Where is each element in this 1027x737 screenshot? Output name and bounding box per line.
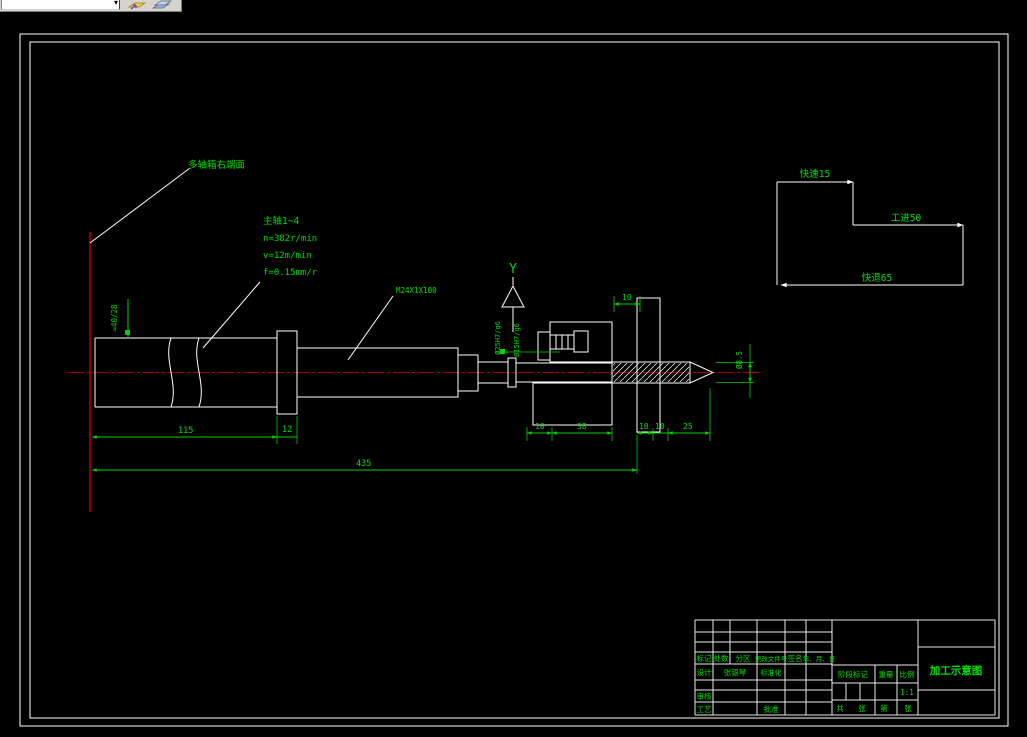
make-object-layer-current-icon[interactable] bbox=[126, 0, 147, 11]
cycle-work-feed: 工进50 bbox=[891, 213, 922, 224]
tb-stage-mark-label: 阶段标记 bbox=[838, 669, 868, 679]
cad-application: ▾ Y 多轴箱右端面 主轴1~4 n=382r/min v=12m/min f=… bbox=[0, 0, 1027, 737]
sheet-border bbox=[19, 33, 1009, 727]
tb-rev-docno: 更改文件号 bbox=[755, 654, 788, 663]
tb-drawing-title: 加工示意图 bbox=[929, 664, 983, 677]
jig-bottom-block bbox=[532, 382, 613, 426]
dim-10-a: 10 bbox=[535, 422, 545, 431]
tb-scale-label: 比例 bbox=[900, 669, 915, 679]
tb-rev-sign: 签名 bbox=[788, 653, 803, 663]
tb-approve-label: 批准 bbox=[764, 704, 779, 714]
thread-label: M24X1X100 bbox=[396, 286, 437, 295]
dim-12: 12 bbox=[282, 425, 292, 435]
cycle-rapid-return: 快退65 bbox=[862, 272, 892, 284]
tb-process-label: 工艺 bbox=[697, 705, 712, 714]
dim-left-bore: ≈40/28 bbox=[110, 304, 119, 332]
screw-head bbox=[573, 330, 589, 353]
spindle-note-4: f=0.15mm/r bbox=[263, 268, 318, 278]
leader-lines bbox=[89, 167, 394, 361]
dim-drill-dia: Ø8.5 bbox=[735, 351, 744, 369]
tb-standardization-label: 标准化 bbox=[761, 668, 782, 677]
spindle-note-1: 主轴1~4 bbox=[263, 215, 299, 227]
dim-10-b: 10 bbox=[639, 422, 649, 431]
clamp-bracket bbox=[537, 331, 551, 361]
title-block: 标记 处数 分区 更改文件号 签名 年、月、日 设计 张银琴 标准化 审核 工艺… bbox=[694, 619, 996, 716]
feed-cycle-diagram: 快速15 工进50 快退65 bbox=[776, 168, 964, 288]
tb-weight-label: 重量 bbox=[879, 670, 894, 679]
cycle-rapid-advance: 快速15 bbox=[800, 168, 830, 180]
face-label: 多轴箱右端面 bbox=[188, 159, 245, 171]
dim-38: 38 bbox=[577, 422, 587, 431]
tb-rev-zone: 分区 bbox=[736, 654, 751, 663]
dim-10-c: 10 bbox=[655, 422, 665, 431]
annotations: 多轴箱右端面 主轴1~4 n=382r/min v=12m/min f=0.15… bbox=[188, 159, 437, 295]
spindle-note-2: n=382r/min bbox=[263, 234, 317, 244]
dropdown-caret-icon[interactable]: ▾ bbox=[114, 0, 118, 8]
dim-25: 25 bbox=[683, 422, 693, 431]
tb-sheet-unit2: 张 bbox=[904, 704, 912, 713]
jig-top-block bbox=[549, 321, 613, 363]
tb-check-label: 审核 bbox=[697, 691, 712, 701]
drawing-canvas[interactable]: Y 多轴箱右端面 主轴1~4 n=382r/min v=12m/min f=0.… bbox=[0, 0, 1027, 737]
tb-sheet-unit1: 张 bbox=[858, 704, 866, 713]
tb-scale-value: 1:1 bbox=[900, 688, 914, 697]
tb-rev-count: 处数 bbox=[714, 653, 729, 663]
tb-designer-name: 张银琴 bbox=[724, 668, 747, 677]
tb-design-label: 设计 bbox=[697, 667, 712, 677]
layer-dropdown[interactable]: ▾ bbox=[1, 0, 120, 10]
tb-sheet-no-label: 第 bbox=[880, 703, 888, 713]
toolbar-fragment: ▾ bbox=[0, 0, 182, 12]
dim-10-top: 10 bbox=[622, 293, 632, 302]
layer-states-icon[interactable] bbox=[151, 0, 172, 11]
tb-rev-mark: 标记 bbox=[697, 653, 712, 663]
section-arrow: Y bbox=[501, 262, 525, 332]
dim-435: 435 bbox=[356, 459, 371, 469]
tb-sheet-total-label: 共 bbox=[836, 704, 844, 713]
dim-115: 115 bbox=[178, 426, 193, 436]
section-letter: Y bbox=[509, 262, 517, 277]
spindle-note-3: v=12m/min bbox=[263, 251, 312, 261]
tb-rev-date: 年、月、日 bbox=[803, 654, 836, 663]
